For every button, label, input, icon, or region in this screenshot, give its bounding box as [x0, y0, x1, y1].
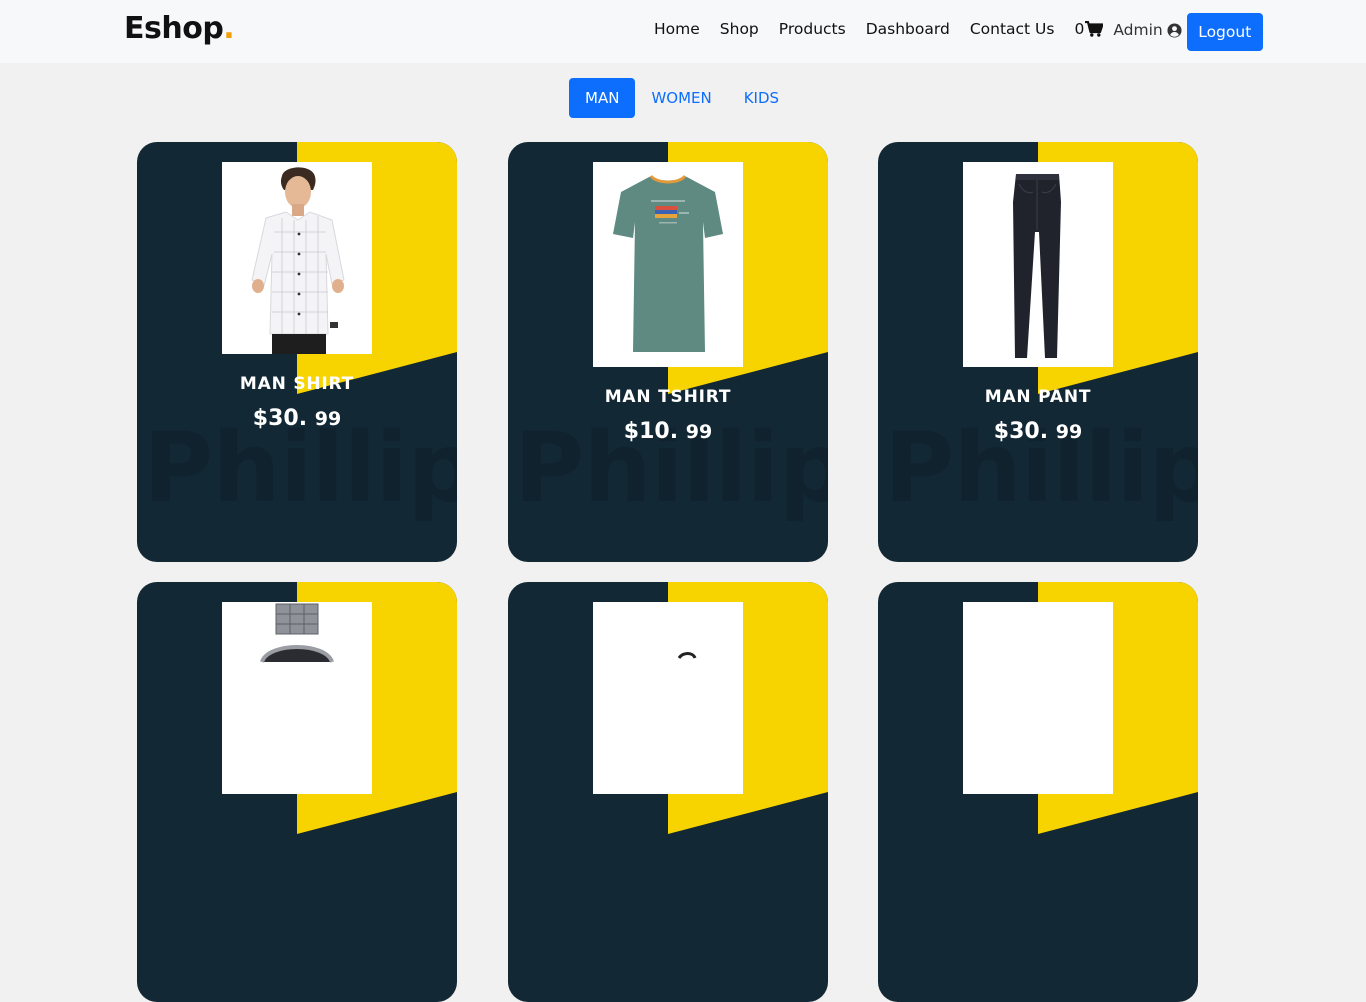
user-name: Admin — [1113, 21, 1163, 39]
tab-women[interactable]: WOMEN — [635, 78, 727, 118]
pants-image — [963, 162, 1113, 367]
product-image — [963, 162, 1113, 367]
cart-link[interactable]: 0 — [1074, 19, 1104, 38]
nav-link-contact-us[interactable]: Contact Us — [970, 20, 1055, 38]
product-image — [222, 162, 372, 354]
price-cents: 99 — [314, 408, 342, 430]
product-price: $30. 99 — [878, 419, 1198, 444]
product-card[interactable]: Phillip MAN TSHIRT $10. 99 — [508, 142, 828, 562]
price-main: $10. — [623, 419, 679, 444]
product-card[interactable] — [508, 582, 828, 1002]
nav-link-products[interactable]: Products — [779, 20, 846, 38]
nav-link-dashboard[interactable]: Dashboard — [866, 20, 950, 38]
product-card[interactable]: Phillip MAN PANT $30. 99 — [878, 142, 1198, 562]
shopping-cart-icon — [1085, 20, 1104, 37]
product-card[interactable] — [878, 582, 1198, 1002]
product-price: $30. 99 — [137, 406, 457, 431]
tshirt-image — [593, 162, 743, 367]
product-photo — [593, 602, 743, 794]
logout-button[interactable]: Logout — [1186, 12, 1263, 51]
nav-links: Home Shop Products Dashboard Contact Us … — [654, 0, 1263, 57]
product-card[interactable]: Phillip MAN SHIRT $30. 99 — [137, 142, 457, 562]
nav-link-home[interactable]: Home — [654, 20, 700, 38]
navbar: Eshop. Home Shop Products Dashboard Cont… — [0, 0, 1366, 63]
category-tabs: MAN WOMEN KIDS — [569, 78, 795, 118]
shirt-model-image — [222, 162, 372, 354]
price-main: $30. — [993, 419, 1049, 444]
price-cents: 99 — [685, 421, 713, 443]
user-menu[interactable]: Admin — [1113, 21, 1182, 39]
product-price: $10. 99 — [508, 419, 828, 444]
watch-image — [222, 602, 372, 794]
brand-dot: . — [223, 11, 235, 46]
product-card[interactable] — [137, 582, 457, 1002]
product-image — [222, 602, 372, 794]
product-image — [963, 602, 1113, 794]
user-circle-icon — [1167, 22, 1182, 38]
price-cents: 99 — [1055, 421, 1083, 443]
brand-text: Eshop — [124, 11, 224, 46]
cart-count: 0 — [1074, 19, 1085, 38]
brand-logo[interactable]: Eshop. — [124, 11, 235, 46]
product-name: MAN TSHIRT — [604, 387, 732, 407]
price-main: $30. — [252, 406, 308, 431]
product-image — [593, 162, 743, 367]
product-name: MAN PANT — [984, 387, 1092, 407]
tab-kids[interactable]: KIDS — [728, 78, 795, 118]
tab-man[interactable]: MAN — [569, 78, 636, 118]
product-name: MAN SHIRT — [239, 374, 355, 394]
product-image — [593, 602, 743, 794]
nav-link-shop[interactable]: Shop — [720, 20, 759, 38]
